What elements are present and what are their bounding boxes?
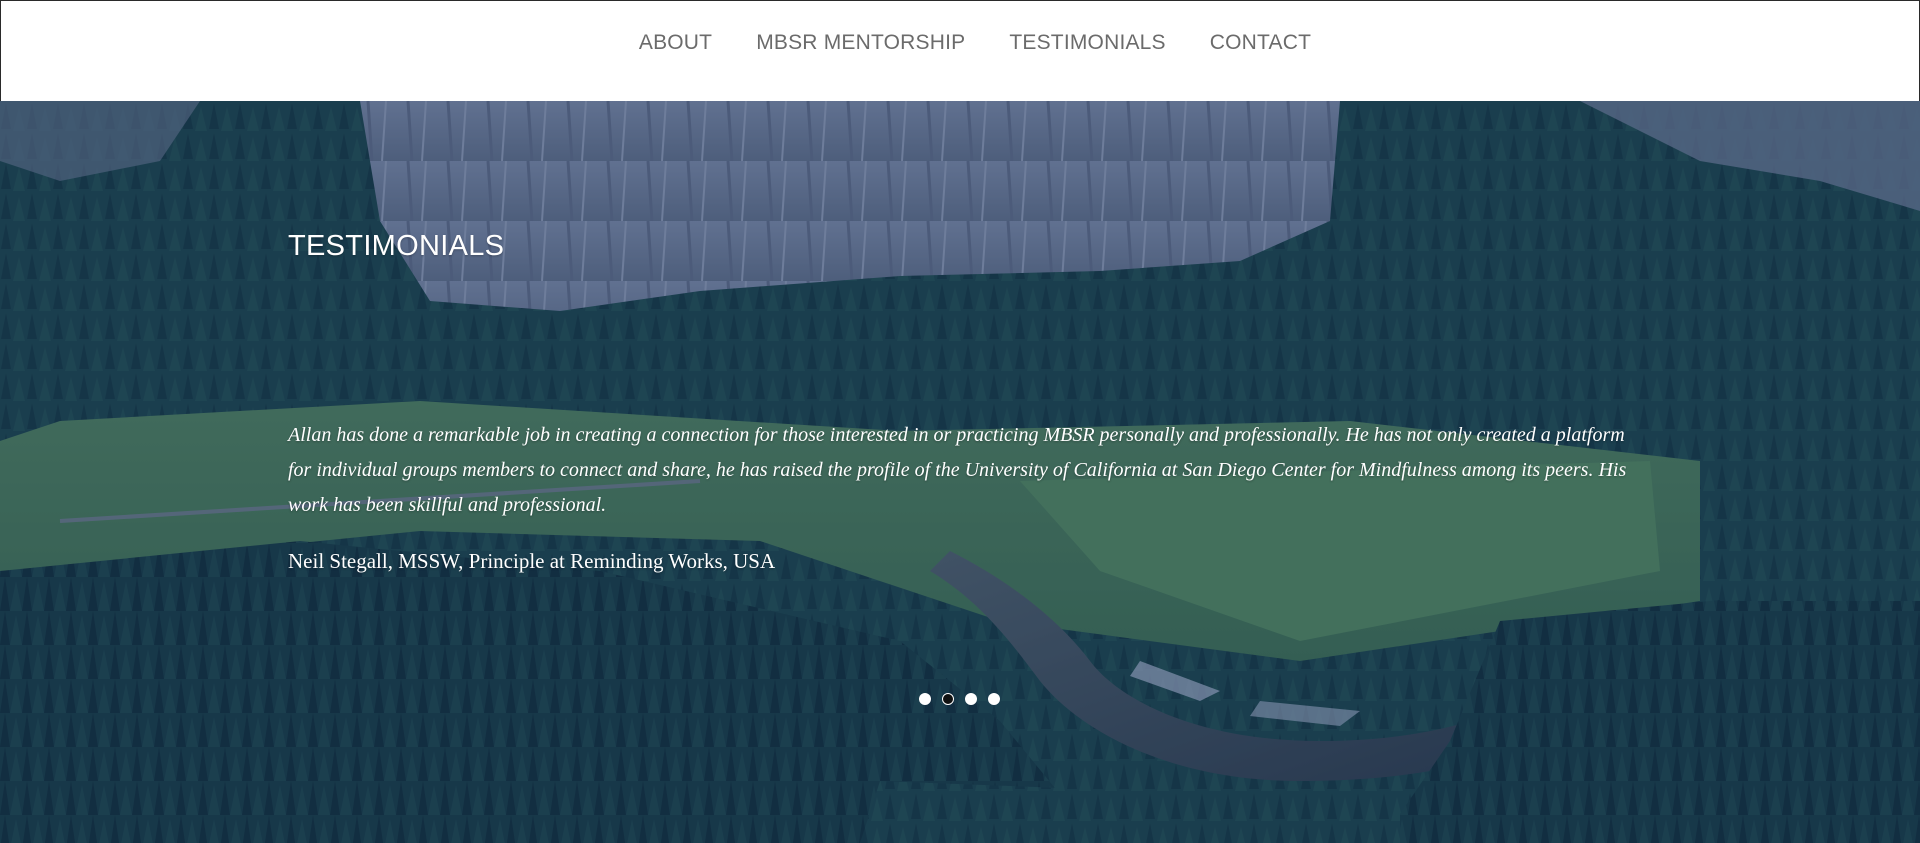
main-nav: ABOUT MBSR MENTORSHIP TESTIMONIALS CONTA… [1, 31, 1919, 55]
nav-link-about[interactable]: ABOUT [639, 31, 712, 55]
slider-dot[interactable] [942, 693, 954, 705]
testimonial-quote: Allan has done a remarkable job in creat… [288, 424, 1627, 516]
section-title: TESTIMONIALS [288, 230, 505, 262]
page: ABOUT MBSR MENTORSHIP TESTIMONIALS CONTA… [0, 0, 1920, 843]
slider-dot[interactable] [988, 693, 1000, 705]
nav-link-contact[interactable]: CONTACT [1210, 31, 1311, 55]
slider-pagination [919, 693, 1000, 705]
slider-dot[interactable] [919, 693, 931, 705]
top-navigation-bar: ABOUT MBSR MENTORSHIP TESTIMONIALS CONTA… [0, 0, 1920, 101]
nav-link-mbsr-mentorship[interactable]: MBSR MENTORSHIP [756, 31, 965, 55]
testimonial-author: Neil Stegall, MSSW, Principle at Remindi… [288, 549, 776, 573]
slider-dot[interactable] [965, 693, 977, 705]
nav-link-testimonials[interactable]: TESTIMONIALS [1009, 31, 1165, 55]
testimonials-hero: TESTIMONIALS Allan has done a remarkable… [0, 101, 1920, 843]
